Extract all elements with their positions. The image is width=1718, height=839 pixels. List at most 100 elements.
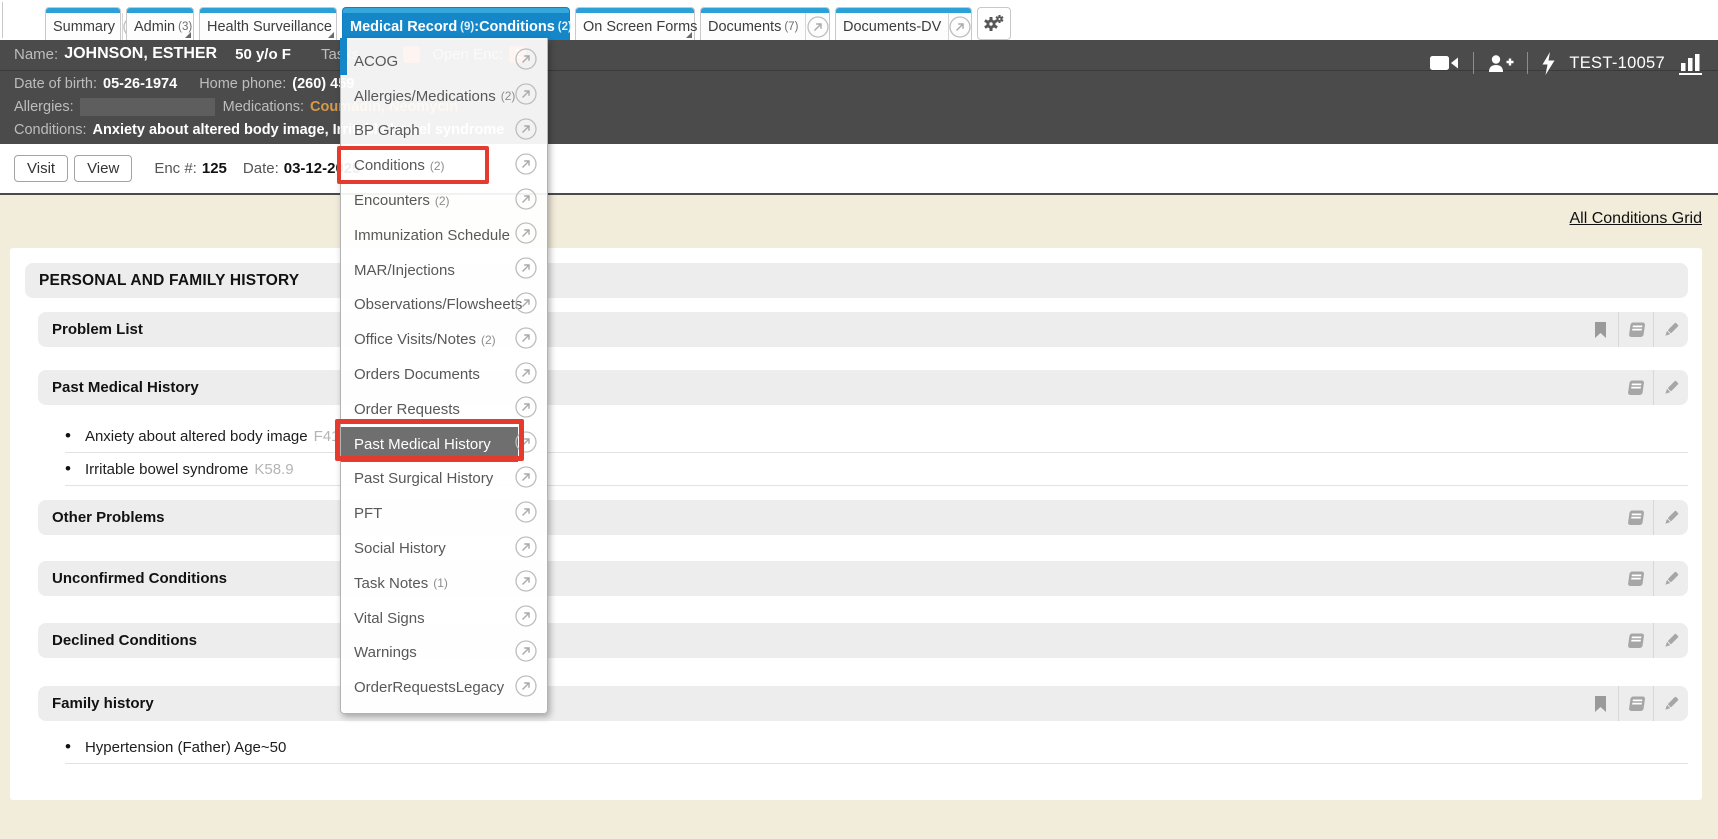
pencil-icon[interactable] — [1653, 370, 1688, 405]
tab-admin[interactable]: Admin(3) — [126, 7, 194, 40]
add-person-icon[interactable] — [1487, 54, 1514, 73]
window-edge-divider — [2, 2, 3, 38]
menu-item-label: Allergies/Medications — [354, 88, 496, 105]
open-in-new-window-icon[interactable] — [515, 292, 537, 318]
bookmark-icon[interactable] — [1583, 312, 1618, 347]
condition-text: Anxiety about altered body image — [85, 428, 308, 445]
book-icon[interactable] — [1618, 623, 1653, 658]
tab-label: Medical Record(9):Conditions(2) — [343, 13, 579, 40]
tab-documents[interactable]: Documents(7) — [700, 7, 830, 40]
bookmark-icon[interactable] — [1583, 686, 1618, 721]
open-in-new-window-icon[interactable] — [805, 13, 829, 40]
tab-medical-record-conditions[interactable]: Medical Record(9):Conditions(2) — [342, 7, 570, 40]
menu-item-warnings[interactable]: Warnings — [341, 636, 547, 671]
menu-item-task-notes[interactable]: Task Notes(1) — [341, 566, 547, 601]
lightning-icon[interactable] — [1541, 52, 1556, 75]
icd-code: K58.9 — [254, 461, 293, 478]
dropdown-fold-icon — [686, 32, 692, 38]
section-problem-list: Problem List — [10, 312, 1702, 347]
pencil-icon[interactable] — [1653, 623, 1688, 658]
open-in-new-window-icon[interactable] — [515, 536, 537, 562]
menu-item-office-visits-notes[interactable]: Office Visits/Notes(2) — [341, 322, 547, 357]
dropdown-fold-icon — [185, 32, 191, 38]
open-in-new-window-icon[interactable] — [515, 188, 537, 214]
menu-item-social-history[interactable]: Social History — [341, 531, 547, 566]
tab-health-surveillance[interactable]: Health Surveillance — [199, 7, 337, 40]
menu-item-label: Task Notes — [354, 575, 428, 592]
tab-documents-dv[interactable]: Documents-DV — [835, 7, 972, 40]
menu-item-orders-documents[interactable]: Orders Documents — [341, 357, 547, 392]
chart-icon[interactable] — [1678, 52, 1704, 75]
book-icon[interactable] — [1618, 500, 1653, 535]
open-in-new-window-icon[interactable] — [515, 153, 537, 179]
open-in-new-window-icon[interactable] — [515, 466, 537, 492]
all-conditions-grid-link[interactable]: All Conditions Grid — [1570, 210, 1703, 228]
section-item-list: •Anxiety about altered body imageF41.8•I… — [65, 420, 1688, 486]
tab-label-text: Summary — [53, 19, 115, 35]
open-in-new-window-icon[interactable] — [515, 362, 537, 388]
book-icon[interactable] — [1618, 312, 1653, 347]
pencil-icon[interactable] — [1653, 500, 1688, 535]
menu-item-pft[interactable]: PFT — [341, 496, 547, 531]
patient-header-actions: TEST-10057 — [1430, 48, 1704, 78]
open-in-new-window-icon[interactable] — [515, 570, 537, 596]
menu-item-vital-signs[interactable]: Vital Signs — [341, 601, 547, 636]
dob-label: Date of birth: — [14, 76, 97, 92]
patient-name: JOHNSON, ESTHER — [64, 45, 217, 63]
tab-on-screen-forms[interactable]: On Screen Forms — [575, 7, 695, 40]
menu-item-immunization-schedule[interactable]: Immunization Schedule — [341, 218, 547, 253]
menu-item-encounters[interactable]: Encounters(2) — [341, 183, 547, 218]
open-in-new-window-icon[interactable] — [515, 48, 537, 74]
tab-label-text: Documents — [708, 19, 781, 35]
open-in-new-window-icon[interactable] — [515, 118, 537, 144]
pencil-icon[interactable] — [1653, 561, 1688, 596]
tabs-row: SummaryAdmin(3)Health SurveillanceMedica… — [45, 7, 977, 40]
book-icon[interactable] — [1618, 370, 1653, 405]
open-in-new-window-icon[interactable] — [948, 13, 971, 40]
video-camera-icon[interactable] — [1430, 54, 1460, 72]
menu-item-label: PFT — [354, 505, 382, 522]
medications-label: Medications: — [223, 99, 304, 115]
book-icon[interactable] — [1618, 561, 1653, 596]
section-actions — [1618, 500, 1688, 535]
open-in-new-window-icon[interactable] — [515, 257, 537, 283]
dropdown-fold-icon — [328, 32, 334, 38]
conditions-label: Conditions: — [14, 122, 87, 138]
open-in-new-window-icon[interactable] — [515, 501, 537, 527]
menu-item-allergies-medications[interactable]: Allergies/Medications(2) — [341, 79, 547, 114]
menu-item-label: Vital Signs — [354, 610, 425, 627]
gears-icon[interactable] — [977, 7, 1011, 40]
open-in-new-window-icon[interactable] — [515, 222, 537, 248]
open-in-new-window-icon[interactable] — [515, 605, 537, 631]
book-icon[interactable] — [1618, 686, 1653, 721]
open-in-new-window-icon[interactable] — [515, 675, 537, 701]
tab-count: (3) — [178, 21, 192, 33]
section-actions — [1583, 686, 1688, 721]
menu-item-label: Orders Documents — [354, 366, 480, 383]
section-unconfirmed-conditions: Unconfirmed Conditions — [10, 561, 1702, 596]
menu-item-orderrequestslegacy[interactable]: OrderRequestsLegacy — [341, 670, 547, 705]
section-bar-unconfirmed-conditions: Unconfirmed Conditions — [38, 561, 1688, 596]
open-in-new-window-icon[interactable] — [515, 640, 537, 666]
section-title: Family history — [52, 695, 154, 712]
pencil-icon[interactable] — [1653, 686, 1688, 721]
tab-inner: Health Surveillance — [200, 13, 336, 40]
open-in-new-window-icon[interactable] — [515, 327, 537, 353]
pencil-icon[interactable] — [1653, 312, 1688, 347]
tab-label-text: Admin — [134, 19, 175, 35]
conditions-page: All Conditions Grid PERSONAL AND FAMILY … — [0, 195, 1718, 839]
view-button[interactable]: View — [74, 155, 132, 182]
section-title: Problem List — [52, 321, 143, 338]
menu-item-bp-graph[interactable]: BP Graph — [341, 114, 547, 149]
visit-button[interactable]: Visit — [14, 155, 68, 182]
tab-bar: SummaryAdmin(3)Health SurveillanceMedica… — [0, 0, 1718, 40]
menu-item-past-surgical-history[interactable]: Past Surgical History — [341, 462, 547, 497]
medical-record-dropdown-menu: ACOGAllergies/Medications(2)BP GraphCond… — [340, 38, 548, 714]
tab-summary[interactable]: Summary — [45, 7, 121, 40]
section-bar-problem-list: Problem List — [38, 312, 1688, 347]
open-in-new-window-icon[interactable] — [515, 83, 537, 109]
section-actions — [1618, 623, 1688, 658]
menu-item-mar-injections[interactable]: MAR/Injections — [341, 253, 547, 288]
menu-item-observations-flowsheets[interactable]: Observations/Flowsheets — [341, 288, 547, 323]
menu-item-acog[interactable]: ACOG — [341, 44, 547, 79]
